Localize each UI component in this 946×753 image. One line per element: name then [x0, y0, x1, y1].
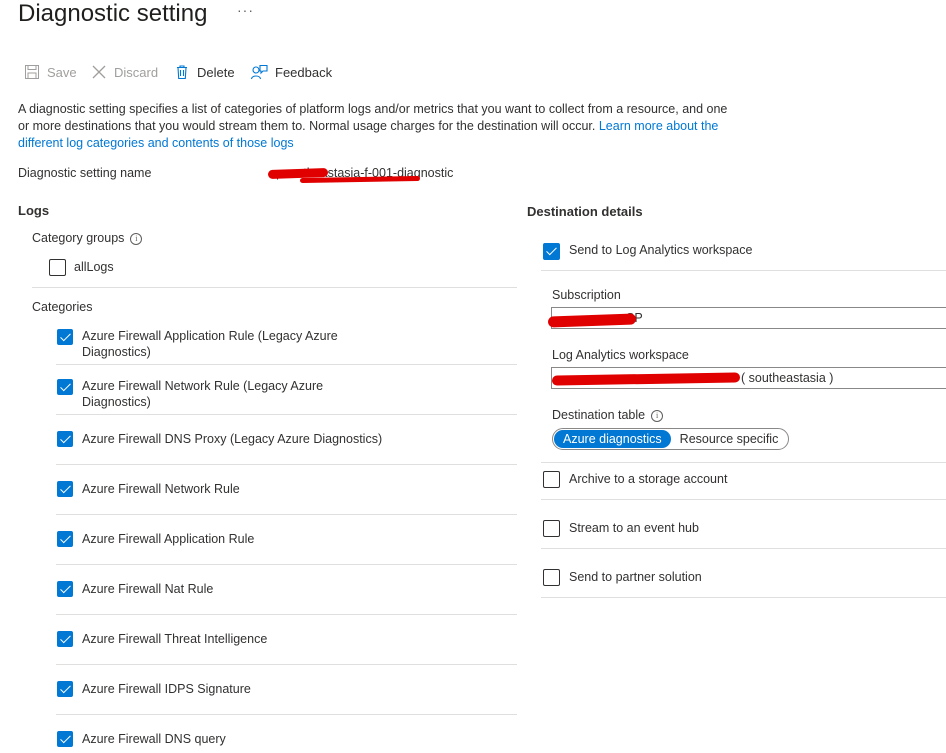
category-label-7: Azure Firewall IDPS Signature	[82, 682, 251, 696]
divider	[541, 462, 946, 463]
divider	[541, 548, 946, 549]
category-label-2: Azure Firewall DNS Proxy (Legacy Azure D…	[82, 432, 383, 446]
info-icon[interactable]: i	[651, 409, 664, 422]
divider	[56, 614, 517, 615]
checkbox-log-analytics[interactable]	[543, 243, 560, 260]
save-icon	[24, 64, 40, 80]
workspace-label: Log Analytics workspace	[552, 348, 689, 362]
option-azure-diagnostics[interactable]: Azure diagnostics	[554, 430, 671, 448]
divider	[541, 597, 946, 598]
checkbox-category-4[interactable]	[57, 531, 73, 547]
subscription-label: Subscription	[552, 288, 621, 302]
archive-label: Archive to a storage account	[569, 472, 728, 486]
checkbox-category-8[interactable]	[57, 731, 73, 747]
divider	[32, 287, 517, 288]
discard-button[interactable]: Discard	[91, 61, 158, 83]
divider	[541, 499, 946, 500]
feedback-button[interactable]: Feedback	[250, 61, 332, 83]
category-label-5: Azure Firewall Nat Rule	[82, 582, 214, 596]
redaction-mark	[299, 175, 421, 184]
checkbox-partner[interactable]	[543, 569, 560, 586]
description: A diagnostic setting specifies a list of…	[18, 101, 738, 152]
divider	[56, 514, 517, 515]
category-label-3: Azure Firewall Network Rule	[82, 482, 240, 496]
close-icon	[91, 64, 107, 80]
log-analytics-label: Send to Log Analytics workspace	[569, 243, 753, 257]
checkbox-category-3[interactable]	[57, 481, 73, 497]
save-label: Save	[47, 64, 77, 80]
category-groups-label: Category groups i	[32, 231, 143, 245]
checkbox-category-1[interactable]	[57, 379, 73, 395]
checkbox-alllogs[interactable]	[49, 259, 66, 276]
category-groups-text: Category groups	[32, 231, 125, 245]
divider	[56, 564, 517, 565]
feedback-icon	[250, 64, 268, 80]
alllogs-label: allLogs	[74, 260, 114, 274]
page-title: Diagnostic setting	[18, 0, 208, 27]
checkbox-category-5[interactable]	[57, 581, 73, 597]
divider	[56, 414, 517, 415]
event-hub-label: Stream to an event hub	[569, 521, 699, 535]
divider	[56, 714, 517, 715]
partner-label: Send to partner solution	[569, 570, 702, 584]
save-button[interactable]: Save	[24, 61, 77, 83]
category-label-1: Azure Firewall Network Rule (Legacy Azur…	[82, 379, 324, 409]
info-icon[interactable]: i	[130, 232, 143, 245]
checkbox-category-7[interactable]	[57, 681, 73, 697]
checkbox-category-0[interactable]	[57, 329, 73, 345]
destination-table-toggle[interactable]: Azure diagnostics Resource specific	[552, 428, 790, 450]
more-options-button[interactable]: ···	[237, 2, 254, 18]
feedback-label: Feedback	[275, 64, 333, 80]
logs-heading: Logs	[18, 203, 50, 218]
option-resource-specific[interactable]: Resource specific	[671, 430, 788, 448]
divider	[56, 664, 517, 665]
divider	[56, 364, 517, 365]
checkbox-category-6[interactable]	[57, 631, 73, 647]
destination-table-text: Destination table	[552, 408, 646, 422]
divider	[56, 464, 517, 465]
setting-name-label: Diagnostic setting name	[18, 166, 152, 180]
trash-icon	[174, 64, 190, 80]
delete-button[interactable]: Delete	[174, 61, 235, 83]
delete-label: Delete	[197, 64, 235, 80]
destination-heading: Destination details	[527, 204, 643, 219]
destination-table-label: Destination table i	[552, 408, 664, 422]
categories-label: Categories	[32, 300, 93, 314]
checkbox-archive[interactable]	[543, 471, 560, 488]
category-label-6: Azure Firewall Threat Intelligence	[82, 632, 268, 646]
discard-label: Discard	[114, 64, 159, 80]
checkbox-category-2[interactable]	[57, 431, 73, 447]
workspace-value: ( southeastasia )	[741, 371, 834, 385]
category-label-0: Azure Firewall Application Rule (Legacy …	[82, 329, 338, 359]
divider	[541, 270, 946, 271]
category-label-8: Azure Firewall DNS query	[82, 732, 226, 746]
category-label-4: Azure Firewall Application Rule	[82, 532, 255, 546]
checkbox-event-hub[interactable]	[543, 520, 560, 537]
